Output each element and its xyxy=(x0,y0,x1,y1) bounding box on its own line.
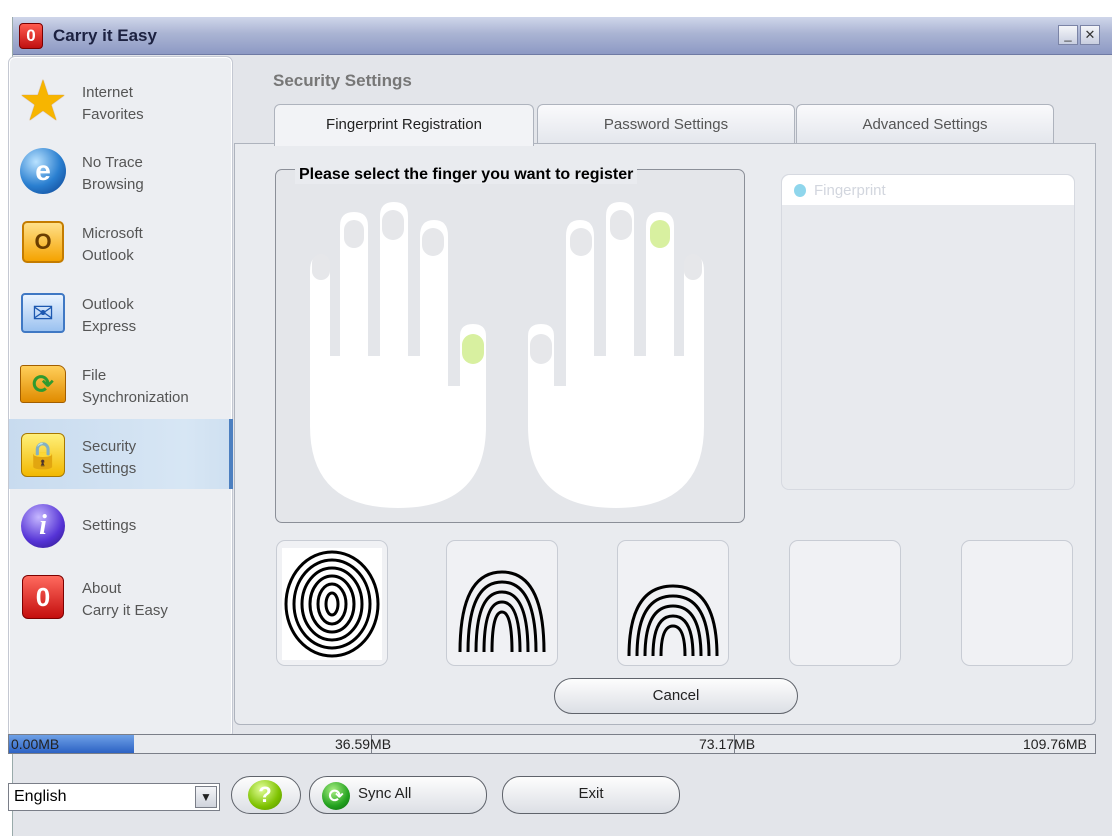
exit-button[interactable]: Exit xyxy=(502,776,680,814)
finger-prompt: Please select the finger you want to reg… xyxy=(295,166,638,184)
tab-fingerprint-registration[interactable]: Fingerprint Registration xyxy=(274,104,534,146)
storage-progress-bar: 0.00MB 36.59MB 73.17MB 109.76MB xyxy=(8,734,1096,754)
fingerprint-panel-title: Fingerprint xyxy=(814,182,886,199)
sidebar-item-label: No Trace Browsing xyxy=(82,154,144,193)
fingerprint-preview-panel: Fingerprint xyxy=(781,174,1075,490)
left-thumb[interactable] xyxy=(462,334,484,364)
sync-icon: ⟳ xyxy=(322,782,350,810)
right-ring[interactable] xyxy=(650,220,670,248)
fingerprint-thumbnail-empty[interactable] xyxy=(961,540,1073,666)
lock-icon: 🔒 xyxy=(19,431,67,479)
right-index[interactable] xyxy=(570,228,592,256)
section-title: Security Settings xyxy=(273,71,412,90)
storage-label-min: 0.00MB xyxy=(11,736,60,752)
sidebar-item-microsoft-outlook[interactable]: O Microsoft Outlook xyxy=(9,206,233,276)
left-middle[interactable] xyxy=(382,210,404,240)
language-select[interactable]: English ▼ xyxy=(8,783,220,811)
right-pinky[interactable] xyxy=(684,254,702,280)
fingerprint-thumbnail[interactable] xyxy=(446,540,558,666)
sidebar-item-label: Settings xyxy=(82,517,137,534)
left-hand xyxy=(308,196,488,512)
sidebar-item-security-settings[interactable]: 🔒 Security Settings xyxy=(9,419,233,489)
tab-password-settings[interactable]: Password Settings xyxy=(537,104,795,144)
left-ring[interactable] xyxy=(344,220,364,248)
app-logo-icon: 0 xyxy=(19,573,67,621)
sync-all-label: Sync All xyxy=(358,785,412,802)
sidebar-item-no-trace-browsing[interactable]: e No Trace Browsing xyxy=(9,135,233,205)
language-value: English xyxy=(14,788,67,805)
app-logo-icon: 0 xyxy=(19,23,43,49)
chevron-down-icon[interactable]: ▼ xyxy=(195,786,217,808)
outlook-icon: O xyxy=(19,218,67,266)
sidebar-item-label: Security Settings xyxy=(82,438,137,477)
storage-label-third: 36.59MB xyxy=(335,736,392,752)
sidebar-item-settings[interactable]: i Settings xyxy=(9,490,233,560)
storage-label-max: 109.76MB xyxy=(1023,736,1087,752)
title-bar[interactable]: 0 Carry it Easy _ ✕ xyxy=(13,17,1112,55)
fingerprint-thumbnail[interactable] xyxy=(617,540,729,666)
fingerprint-thumbnail-empty[interactable] xyxy=(789,540,901,666)
sidebar-item-label: Microsoft Outlook xyxy=(82,225,143,264)
sidebar-item-label: Outlook Express xyxy=(82,296,137,335)
sidebar-item-label: Internet Favorites xyxy=(82,84,144,123)
folder-sync-icon: ⟳ xyxy=(19,360,67,408)
sidebar-item-label: About Carry it Easy xyxy=(82,580,168,619)
right-middle[interactable] xyxy=(610,210,632,240)
fingerprint-thumbnail[interactable] xyxy=(276,540,388,666)
sidebar-item-file-synchronization[interactable]: ⟳ File Synchronization xyxy=(9,348,233,418)
info-icon: i xyxy=(19,502,67,550)
minimize-button[interactable]: _ xyxy=(1058,25,1078,45)
browser-orb-icon: e xyxy=(19,147,67,195)
help-icon: ? xyxy=(248,780,282,810)
sidebar-item-about[interactable]: 0 About Carry it Easy xyxy=(9,561,233,631)
sidebar: ★ Internet Favorites e No Trace Browsing… xyxy=(8,56,233,739)
storage-label-two-thirds: 73.17MB xyxy=(699,736,756,752)
sidebar-item-internet-favorites[interactable]: ★ Internet Favorites xyxy=(9,65,233,135)
right-hand xyxy=(526,196,706,512)
left-index[interactable] xyxy=(422,228,444,256)
window-title: Carry it Easy xyxy=(53,26,157,45)
star-icon: ★ xyxy=(17,69,69,132)
outlook-express-icon: ✉ xyxy=(19,289,67,337)
sync-all-button[interactable]: ⟳ Sync All xyxy=(309,776,487,814)
help-button[interactable]: ? xyxy=(231,776,301,814)
close-button[interactable]: ✕ xyxy=(1080,25,1100,45)
fingerprint-panel-header: Fingerprint xyxy=(782,175,1074,205)
cancel-button[interactable]: Cancel xyxy=(554,678,798,714)
right-thumb[interactable] xyxy=(530,334,552,364)
left-pinky[interactable] xyxy=(312,254,330,280)
status-dot-icon xyxy=(794,184,806,197)
sidebar-item-outlook-express[interactable]: ✉ Outlook Express xyxy=(9,277,233,347)
tab-advanced-settings[interactable]: Advanced Settings xyxy=(796,104,1054,144)
sidebar-item-label: File Synchronization xyxy=(82,367,189,406)
